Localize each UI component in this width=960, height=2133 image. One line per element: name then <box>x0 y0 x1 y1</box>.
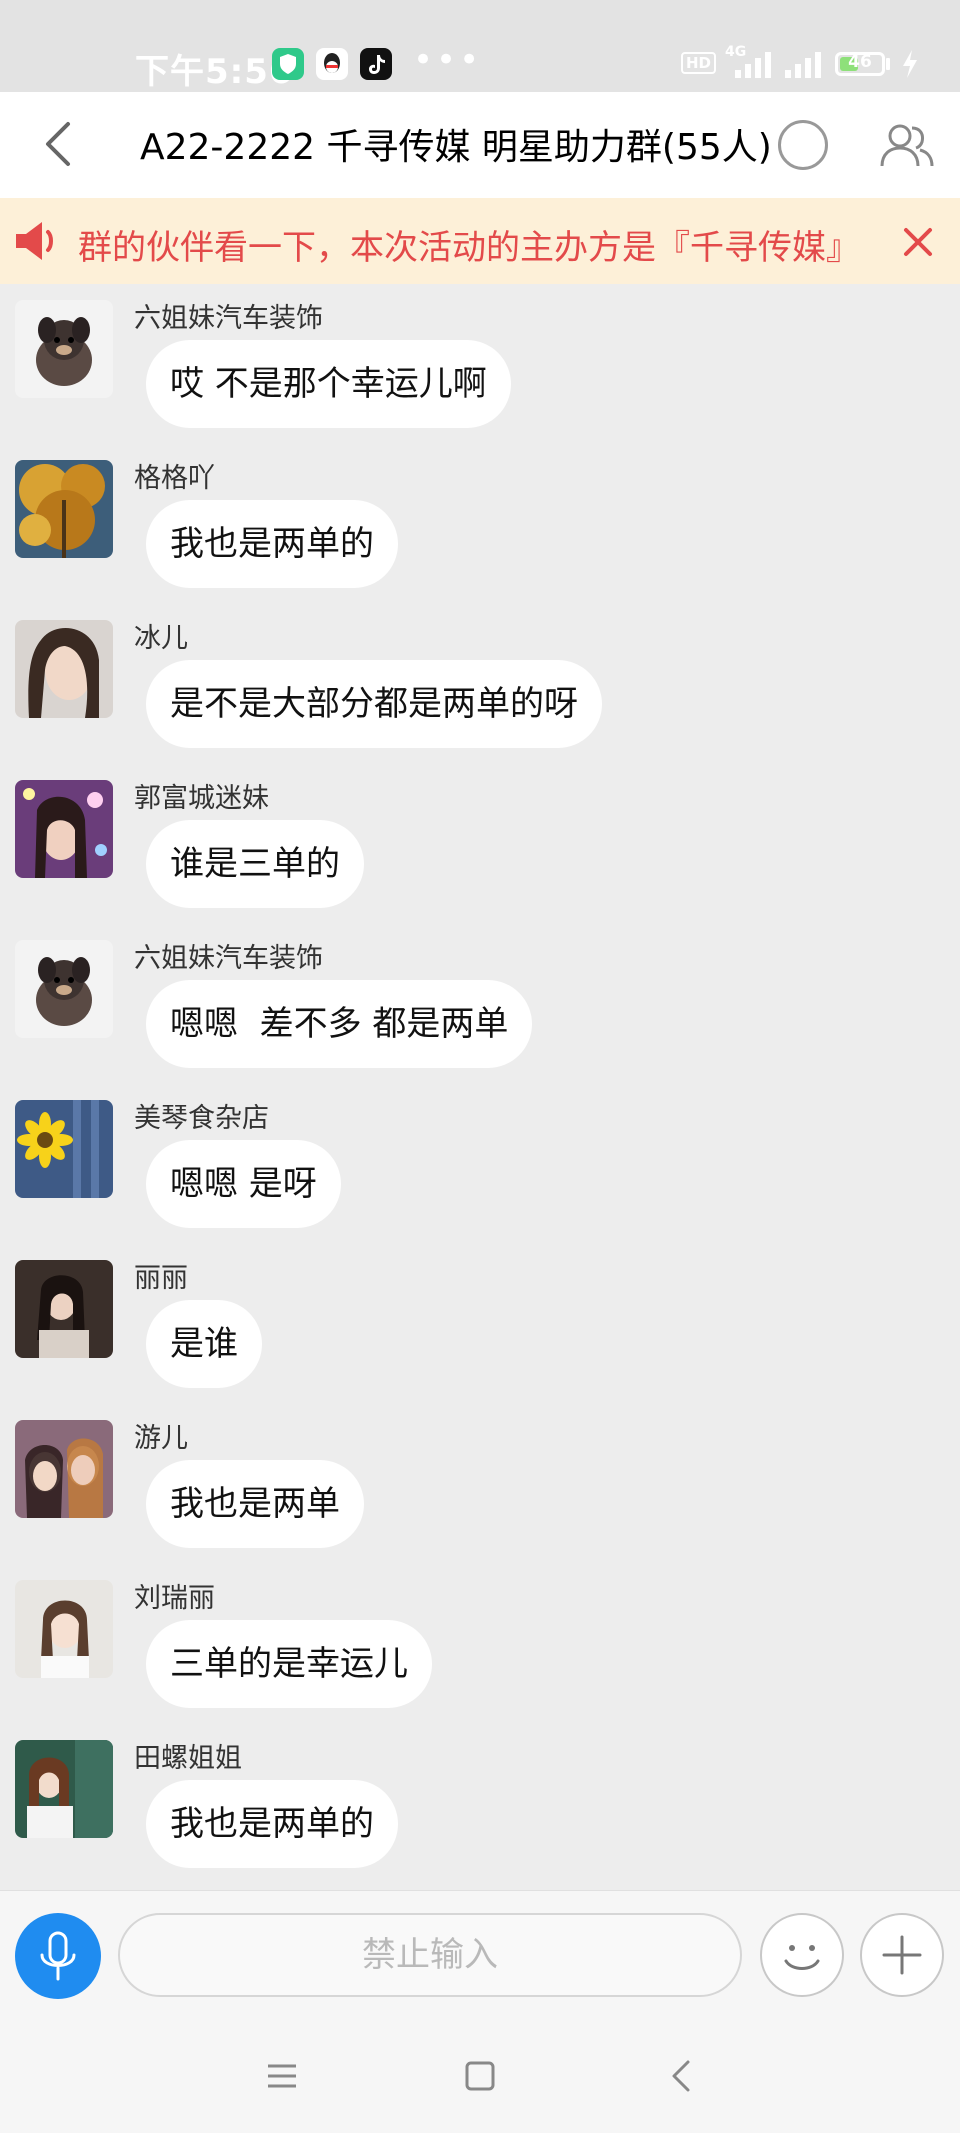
announcement-text: 群的伙伴看一下，本次活动的主办方是『千寻传媒』 <box>78 228 860 264</box>
avatar-woman-concert[interactable] <box>15 780 113 878</box>
nav-back-icon[interactable] <box>652 2046 712 2106</box>
message-bubble[interactable]: 我也是两单的 <box>146 500 398 588</box>
avatar-woman-light[interactable] <box>15 1580 113 1678</box>
avatar-puppy[interactable] <box>15 300 113 398</box>
message-bubble[interactable]: 嗯嗯 是呀 <box>146 1140 341 1228</box>
sender-name: 丽丽 <box>134 1263 188 1294</box>
security-app-icon <box>272 48 304 80</box>
tiktok-app-icon <box>360 48 392 80</box>
sender-name: 格格吖 <box>134 463 215 494</box>
battery-tip <box>886 58 890 70</box>
avatar-woman-portrait[interactable] <box>15 620 113 718</box>
signal-icon-2 <box>785 52 821 78</box>
message-bubble[interactable]: 是不是大部分都是两单的呀 <box>146 660 602 748</box>
message-bubble[interactable]: 哎 不是那个幸运儿啊 <box>146 340 511 428</box>
charging-icon <box>903 50 917 78</box>
avatar-two-women[interactable] <box>15 1420 113 1518</box>
sender-name: 冰儿 <box>134 623 188 654</box>
close-icon[interactable] <box>894 218 942 266</box>
speaker-icon <box>16 222 53 260</box>
message-bubble[interactable]: 我也是两单的 <box>146 1780 398 1868</box>
emoji-button[interactable] <box>760 1913 844 1997</box>
signal-icon <box>735 52 771 78</box>
message-bubble[interactable]: 是谁 <box>146 1300 262 1388</box>
system-nav-bar <box>0 2018 960 2133</box>
sender-name: 刘瑞丽 <box>134 1583 215 1614</box>
more-notifications-icon: ••• <box>413 40 483 80</box>
message-bubble[interactable]: 我也是两单 <box>146 1460 364 1548</box>
message-item: 六姐妹汽车装饰 嗯嗯 差不多 都是两单 <box>0 924 960 1084</box>
status-time: 下午5:56 <box>135 52 294 92</box>
microphone-icon <box>40 1931 76 1981</box>
sender-name: 郭富城迷妹 <box>134 783 269 814</box>
message-bubble[interactable]: 三单的是幸运儿 <box>146 1620 432 1708</box>
voice-button[interactable] <box>15 1913 101 1999</box>
sender-name: 六姐妹汽车装饰 <box>134 943 323 974</box>
avatar-woman-dark[interactable] <box>15 1260 113 1358</box>
group-info-circle <box>778 120 828 170</box>
menu-icon[interactable] <box>252 2046 312 2106</box>
avatar-sunflower[interactable] <box>15 1100 113 1198</box>
message-item: 冰儿 是不是大部分都是两单的呀 <box>0 604 960 764</box>
message-item: 游儿 我也是两单 <box>0 1404 960 1564</box>
message-item: 六姐妹汽车装饰 哎 不是那个幸运儿啊 <box>0 284 960 444</box>
avatar-puppy[interactable] <box>15 940 113 1038</box>
message-item: 格格吖 我也是两单的 <box>0 444 960 604</box>
message-bubble[interactable]: 谁是三单的 <box>146 820 364 908</box>
sender-name: 六姐妹汽车装饰 <box>134 303 323 334</box>
battery-icon: 46 <box>835 52 885 76</box>
message-item: 丽丽 是谁 <box>0 1244 960 1404</box>
page-title[interactable]: A22-2222 千寻传媒 明星助力群(55人) <box>140 118 772 170</box>
input-bar: 禁止输入 <box>0 1890 960 2019</box>
message-bubble[interactable]: 嗯嗯 差不多 都是两单 <box>146 980 533 1068</box>
message-item: 郭富城迷妹 谁是三单的 <box>0 764 960 924</box>
sender-name: 田螺姐姐 <box>134 1743 242 1774</box>
home-square-icon[interactable] <box>450 2046 510 2106</box>
plus-icon <box>882 1935 922 1975</box>
chat-header: A22-2222 千寻传媒 明星助力群(55人) <box>0 92 960 198</box>
avatar-woman-chalkboard[interactable] <box>15 1740 113 1838</box>
message-item: 田螺姐姐 我也是两单的 <box>0 1724 960 1884</box>
message-item: 刘瑞丽 三单的是幸运儿 <box>0 1564 960 1724</box>
hd-indicator: HD <box>681 52 717 74</box>
members-icon[interactable] <box>874 114 938 178</box>
more-button[interactable] <box>860 1913 944 1997</box>
message-input[interactable]: 禁止输入 <box>118 1913 742 1997</box>
sender-name: 美琴食杂店 <box>134 1103 269 1134</box>
back-arrow-icon[interactable] <box>28 112 92 176</box>
message-list[interactable]: 六姐妹汽车装饰 哎 不是那个幸运儿啊 格格吖 我也是两单的 冰儿 是不是大部分都… <box>0 284 960 1890</box>
avatar-autumn-tree[interactable] <box>15 460 113 558</box>
message-item: 美琴食杂店 嗯嗯 是呀 <box>0 1084 960 1244</box>
sender-name: 游儿 <box>134 1423 188 1454</box>
status-bar: 下午5:56 ••• HD 4G 46 <box>0 0 960 92</box>
emoji-icon <box>784 1945 820 1970</box>
group-announcement[interactable]: 群的伙伴看一下，本次活动的主办方是『千寻传媒』 <box>0 198 960 284</box>
battery-text: 46 <box>848 52 872 72</box>
qq-app-icon <box>316 48 348 80</box>
